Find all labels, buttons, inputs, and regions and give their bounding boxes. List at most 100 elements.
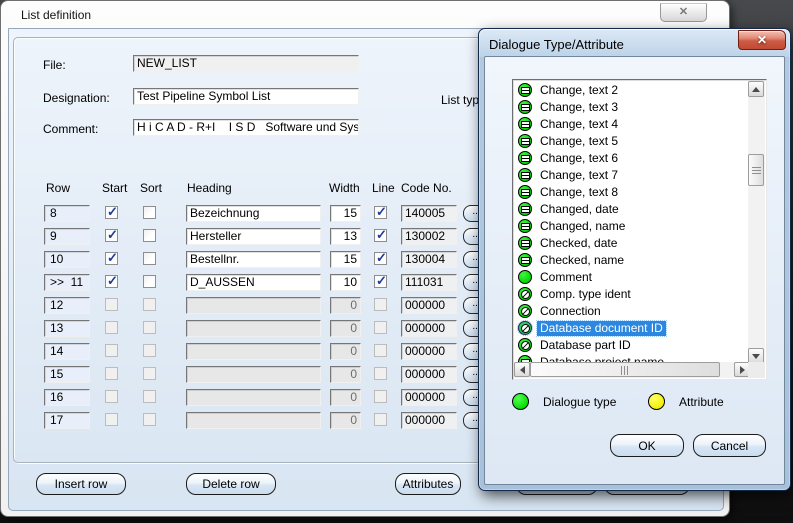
list-item[interactable]: Change, text 3 (514, 99, 749, 116)
scroll-left-icon (519, 365, 525, 374)
sort-checkbox[interactable] (143, 229, 156, 242)
line-checkbox[interactable] (374, 344, 387, 357)
dialogue-type-legend-icon (512, 393, 529, 410)
sort-checkbox[interactable] (143, 413, 156, 426)
width-input[interactable]: 0 (330, 297, 361, 314)
width-input[interactable]: 13 (330, 228, 361, 245)
line-checkbox[interactable] (374, 413, 387, 426)
heading-input[interactable]: Bezeichnung (186, 205, 321, 222)
list-item[interactable]: Change, text 6 (514, 150, 749, 167)
sort-checkbox[interactable] (143, 344, 156, 357)
code-number-field: 000000 (401, 343, 457, 360)
scroll-left-button[interactable] (514, 362, 530, 377)
list-item-label: Change, text 6 (540, 151, 619, 165)
close-button[interactable]: ✕ (660, 3, 707, 22)
dialog-title: Dialogue Type/Attribute (489, 37, 624, 52)
vertical-scrollbar[interactable] (748, 81, 765, 364)
attributes-button[interactable]: Attributes (395, 473, 461, 495)
comment-field[interactable]: H i C A D - R+I I S D Software und Syste… (133, 119, 359, 136)
width-input[interactable]: 0 (330, 343, 361, 360)
start-checkbox[interactable] (105, 321, 118, 334)
line-checkbox[interactable] (374, 298, 387, 311)
code-number-field: 111031 (401, 274, 457, 291)
start-checkbox[interactable] (105, 273, 118, 289)
line-checkbox[interactable] (374, 390, 387, 403)
list-item[interactable]: Change, text 4 (514, 116, 749, 133)
sort-checkbox[interactable] (143, 252, 156, 265)
heading-input[interactable] (186, 366, 321, 383)
list-item[interactable]: Changed, name (514, 218, 749, 235)
heading-input[interactable]: D_AUSSEN (186, 274, 321, 291)
list-item-label: Comment (540, 270, 593, 284)
list-item[interactable]: Checked, name (514, 252, 749, 269)
list-item-label: Checked, name (540, 253, 625, 267)
list-item[interactable]: Change, text 5 (514, 133, 749, 150)
line-checkbox[interactable] (374, 227, 387, 243)
list-item[interactable]: Checked, date (514, 235, 749, 252)
heading-input[interactable] (186, 320, 321, 337)
width-input[interactable]: 15 (330, 205, 361, 222)
heading-input[interactable]: Hersteller (186, 228, 321, 245)
code-number-field: 000000 (401, 320, 457, 337)
vertical-scroll-thumb[interactable] (748, 154, 764, 186)
ok-button[interactable]: OK (610, 434, 684, 457)
start-checkbox[interactable] (105, 250, 118, 266)
horizontal-scroll-thumb[interactable] (530, 362, 720, 377)
heading-input[interactable]: Bestellnr. (186, 251, 321, 268)
start-checkbox[interactable] (105, 413, 118, 426)
sort-checkbox[interactable] (143, 206, 156, 219)
list-item[interactable]: Change, text 7 (514, 167, 749, 184)
column-header-sort: Sort (140, 181, 163, 195)
heading-input[interactable] (186, 343, 321, 360)
width-input[interactable]: 0 (330, 389, 361, 406)
sort-checkbox[interactable] (143, 298, 156, 311)
line-checkbox[interactable] (374, 321, 387, 334)
start-checkbox[interactable] (105, 344, 118, 357)
list-item[interactable]: Database document ID (514, 320, 749, 337)
dialog-slashed-icon (518, 338, 532, 352)
start-checkbox[interactable] (105, 367, 118, 380)
list-item-label: Database document ID (536, 320, 667, 337)
heading-input[interactable] (186, 297, 321, 314)
column-header-row: Row (46, 181, 71, 195)
line-checkbox[interactable] (374, 250, 387, 266)
list-item[interactable]: Connection (514, 303, 749, 320)
comment-label: Comment: (43, 122, 99, 136)
sort-checkbox[interactable] (143, 390, 156, 403)
sort-checkbox[interactable] (143, 321, 156, 334)
sort-checkbox[interactable] (143, 367, 156, 380)
delete-row-button[interactable]: Delete row (186, 473, 276, 495)
start-checkbox[interactable] (105, 390, 118, 403)
heading-input[interactable] (186, 389, 321, 406)
list-item[interactable]: Database part ID (514, 337, 749, 354)
start-checkbox[interactable] (105, 204, 118, 220)
list-item[interactable]: Comp. type ident (514, 286, 749, 303)
list-item[interactable]: Change, text 2 (514, 82, 749, 99)
horizontal-scrollbar[interactable] (514, 362, 750, 378)
width-input[interactable]: 10 (330, 274, 361, 291)
row-number-field: 15 (44, 366, 90, 383)
sort-checkbox[interactable] (143, 275, 156, 288)
width-input[interactable]: 0 (330, 320, 361, 337)
line-checkbox[interactable] (374, 204, 387, 220)
list-item-label: Change, text 5 (540, 134, 619, 148)
line-checkbox[interactable] (374, 273, 387, 289)
start-checkbox[interactable] (105, 227, 118, 243)
designation-field[interactable]: Test Pipeline Symbol List (133, 88, 359, 105)
width-input[interactable]: 15 (330, 251, 361, 268)
insert-row-button[interactable]: Insert row (36, 473, 126, 495)
dialog-close-button[interactable]: ✕ (738, 30, 786, 50)
width-input[interactable]: 0 (330, 412, 361, 429)
scroll-up-button[interactable] (748, 81, 764, 97)
list-item[interactable]: Change, text 8 (514, 184, 749, 201)
list-item-label: Change, text 3 (540, 100, 619, 114)
width-input[interactable]: 0 (330, 366, 361, 383)
line-checkbox[interactable] (374, 367, 387, 380)
start-checkbox[interactable] (105, 298, 118, 311)
list-item-label: Change, text 8 (540, 185, 619, 199)
row-number-field: 17 (44, 412, 90, 429)
heading-input[interactable] (186, 412, 321, 429)
list-item[interactable]: Changed, date (514, 201, 749, 218)
list-item[interactable]: Comment (514, 269, 749, 286)
cancel-button[interactable]: Cancel (693, 434, 766, 457)
